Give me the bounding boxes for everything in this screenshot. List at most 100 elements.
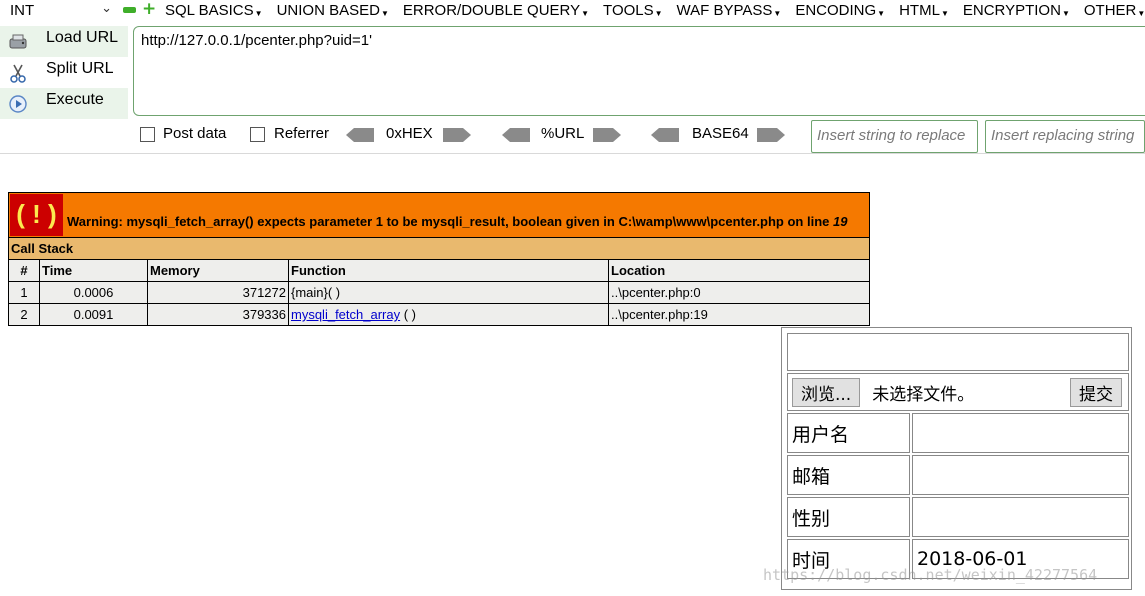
- menu-html[interactable]: HTML▼: [892, 0, 956, 21]
- warning-line-number: 19: [832, 214, 848, 229]
- warning-wrap: ( ! ) Warning: mysqli_fetch_array() expe…: [9, 193, 869, 237]
- url-text: http://127.0.0.1/pcenter.php?uid=1': [141, 32, 372, 49]
- file-upload-row: 浏览... 未选择文件。 提交: [787, 373, 1129, 411]
- row-number: 1: [8, 281, 40, 304]
- menu-encoding[interactable]: ENCODING▼: [788, 0, 892, 21]
- time-label: 时间: [787, 539, 910, 579]
- col-number: #: [8, 259, 40, 282]
- warning-text: Warning: mysqli_fetch_array() expects pa…: [67, 214, 833, 229]
- hex-decode-arrow-icon[interactable]: [346, 128, 374, 142]
- options-row: Post data Referrer 0xHEX %URL BASE64 Ins…: [140, 120, 1145, 154]
- menu-label: OTHER: [1083, 2, 1137, 19]
- execute-button[interactable]: Execute: [0, 88, 128, 119]
- replacing-placeholder: Insert replacing string: [991, 127, 1135, 144]
- play-icon: [9, 95, 27, 113]
- url-textarea[interactable]: http://127.0.0.1/pcenter.php?uid=1': [133, 26, 1145, 116]
- referrer-label: Referrer: [274, 125, 330, 142]
- gender-label: 性别: [787, 497, 910, 537]
- split-url-label: Split URL: [46, 60, 114, 77]
- col-function: Function: [288, 259, 609, 282]
- username-value: [912, 413, 1129, 453]
- warning-icon: ( ! ): [10, 194, 63, 236]
- menu-waf-bypass[interactable]: WAF BYPASS▼: [670, 0, 789, 21]
- warning-cell: ( ! ) Warning: mysqli_fetch_array() expe…: [8, 192, 870, 238]
- menu-other[interactable]: OTHER▼: [1077, 0, 1145, 21]
- execute-label: Execute: [46, 91, 104, 108]
- replacing-string-input[interactable]: Insert replacing string: [985, 120, 1145, 153]
- type-select-value: INT: [10, 2, 35, 19]
- caret-down-icon: ▼: [773, 9, 782, 18]
- call-stack-header: Call Stack: [8, 237, 870, 260]
- url-decode-arrow-icon[interactable]: [502, 128, 530, 142]
- row-location: ..\pcenter.php:0: [608, 281, 870, 304]
- menu-sql-basics[interactable]: SQL BASICS▼: [158, 0, 270, 21]
- hex-label: 0xHEX: [386, 125, 433, 142]
- row-time: 0.0091: [39, 303, 148, 326]
- post-data-checkbox[interactable]: [140, 127, 155, 142]
- menu-label: UNION BASED: [276, 2, 380, 19]
- base64-label: BASE64: [692, 125, 749, 142]
- function-suffix: ( ): [400, 307, 416, 322]
- expand-plus-icon[interactable]: +: [142, 1, 156, 18]
- url-encode-label: %URL: [541, 125, 585, 142]
- row-memory: 371272: [147, 281, 289, 304]
- function-link[interactable]: mysqli_fetch_array: [291, 307, 400, 322]
- col-time: Time: [39, 259, 148, 282]
- split-url-button[interactable]: Split URL: [0, 57, 128, 88]
- warning-row: ( ! ) Warning: mysqli_fetch_array() expe…: [8, 192, 870, 238]
- menu-tools[interactable]: TOOLS▼: [596, 0, 670, 21]
- col-location: Location: [608, 259, 870, 282]
- row-function: {main}( ): [288, 281, 609, 304]
- replace-string-input[interactable]: Insert string to replace: [811, 120, 978, 153]
- caret-down-icon: ▼: [940, 9, 949, 18]
- time-value: 2018-06-01: [912, 539, 1129, 579]
- post-data-label: Post data: [163, 125, 227, 142]
- menu-label: SQL BASICS: [165, 2, 254, 19]
- type-select[interactable]: INT ⌄: [4, 0, 116, 22]
- caret-down-icon: ▼: [581, 9, 590, 18]
- menu-error-double-query[interactable]: ERROR/DOUBLE QUERY▼: [396, 0, 596, 21]
- xdebug-error-table: ( ! ) Warning: mysqli_fetch_array() expe…: [8, 192, 870, 326]
- menu-label: ENCODING: [795, 2, 877, 19]
- caret-down-icon: ▼: [380, 9, 389, 18]
- menu-union-based[interactable]: UNION BASED▼: [270, 0, 396, 21]
- row-time: 0.0006: [39, 281, 148, 304]
- scissors-icon: [10, 64, 26, 83]
- base64-encode-arrow-icon[interactable]: [757, 128, 785, 142]
- email-label: 邮箱: [787, 455, 910, 495]
- hackbar-actions: Load URL Split URL Execute: [0, 26, 128, 119]
- col-memory: Memory: [147, 259, 289, 282]
- menu-bar: + SQL BASICS▼ UNION BASED▼ ERROR/DOUBLE QUE…: [120, 0, 1145, 22]
- caret-down-icon: ▼: [254, 9, 263, 18]
- menu-label: ENCRYPTION: [962, 2, 1061, 19]
- table-row: 1 0.0006 371272 {main}( ) ..\pcenter.php…: [8, 281, 870, 304]
- no-file-text: 未选择文件。: [872, 384, 975, 405]
- base64-decode-arrow-icon[interactable]: [651, 128, 679, 142]
- gender-value: [912, 497, 1129, 537]
- load-url-button[interactable]: Load URL: [0, 26, 128, 57]
- row-number: 2: [8, 303, 40, 326]
- function-name: {main}( ): [291, 285, 341, 300]
- row-function: mysqli_fetch_array ( ): [288, 303, 609, 326]
- caret-down-icon: ▼: [1137, 9, 1145, 18]
- url-encode-arrow-icon[interactable]: [593, 128, 621, 142]
- submit-button[interactable]: 提交: [1070, 378, 1122, 407]
- profile-form: 浏览... 未选择文件。 提交 用户名 邮箱 性别 时间 2018-06-01: [781, 327, 1132, 590]
- caret-down-icon: ▼: [877, 9, 886, 18]
- column-header-row: # Time Memory Function Location: [8, 259, 870, 282]
- avatar-cell: [787, 333, 1129, 371]
- menu-label: ERROR/DOUBLE QUERY: [402, 2, 581, 19]
- load-url-icon: [9, 34, 27, 49]
- row-location: ..\pcenter.php:19: [608, 303, 870, 326]
- collapse-minus-icon[interactable]: [123, 6, 136, 13]
- caret-down-icon: ▼: [654, 9, 663, 18]
- call-stack-title: Call Stack: [8, 237, 870, 260]
- menu-label: WAF BYPASS: [676, 2, 773, 19]
- chevron-down-icon: ⌄: [101, 0, 112, 15]
- menu-encryption[interactable]: ENCRYPTION▼: [956, 0, 1077, 21]
- referrer-checkbox[interactable]: [250, 127, 265, 142]
- load-url-label: Load URL: [46, 29, 119, 46]
- browse-button[interactable]: 浏览...: [792, 377, 861, 407]
- hex-encode-arrow-icon[interactable]: [443, 128, 471, 142]
- profile-table: 浏览... 未选择文件。 提交 用户名 邮箱 性别 时间 2018-06-01: [785, 331, 1131, 581]
